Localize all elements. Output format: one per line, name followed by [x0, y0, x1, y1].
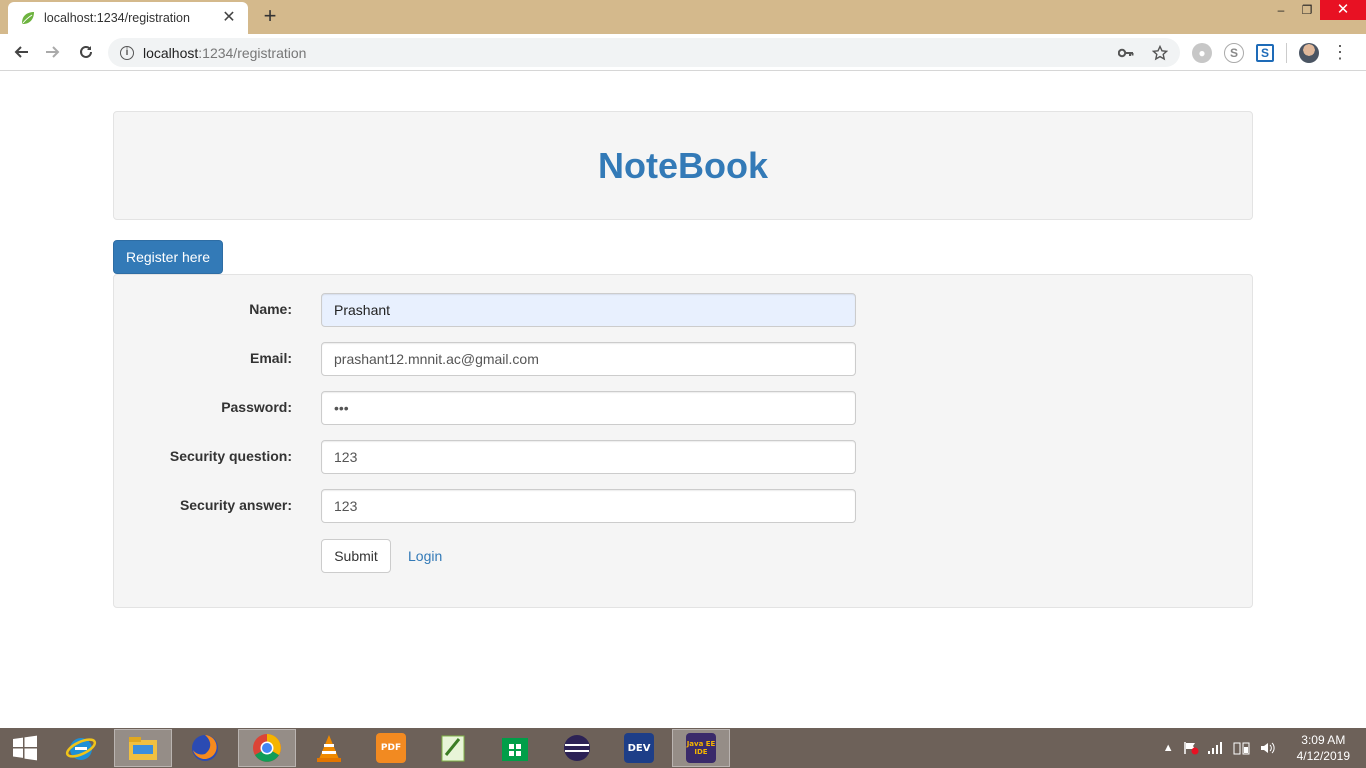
- taskbar-windows-store[interactable]: [486, 729, 544, 767]
- name-row: Name: Prashant: [114, 293, 1252, 327]
- battery-icon[interactable]: [1233, 741, 1251, 755]
- system-tray: ▲ 3:09 AM 4/12/2019: [1163, 728, 1366, 768]
- password-field[interactable]: •••: [321, 391, 856, 425]
- page-content: NoteBook Register here Name: Prashant Em…: [0, 72, 1366, 728]
- windows-taskbar: PDF DEV Java EE IDE ▲ 3:09 AM 4/12/2019: [0, 728, 1366, 768]
- bookmark-star-icon[interactable]: [1152, 44, 1168, 61]
- security-answer-row: Security answer: 123: [114, 489, 1252, 523]
- login-link[interactable]: Login: [408, 548, 442, 564]
- password-row: Password: •••: [114, 391, 1252, 425]
- taskbar-foxit-pdf[interactable]: PDF: [362, 729, 420, 767]
- forward-arrow-icon: [46, 46, 60, 58]
- file-explorer-icon: [129, 737, 157, 760]
- windows-logo-icon: [13, 735, 37, 761]
- register-here-button[interactable]: Register here: [113, 240, 223, 274]
- globe-extension-icon[interactable]: ●: [1192, 42, 1212, 63]
- spring-leaf-icon: [22, 12, 34, 24]
- window-close-button[interactable]: ✕: [1320, 0, 1366, 20]
- chrome-icon: [253, 734, 281, 762]
- address-bar[interactable]: i localhost:1234/registration: [108, 38, 1180, 67]
- taskbar-notepad-plus-plus[interactable]: [424, 729, 482, 767]
- action-center-flag-icon[interactable]: [1183, 741, 1199, 755]
- registration-form: Name: Prashant Email: prashant12.mnnit.a…: [113, 274, 1253, 608]
- security-answer-label: Security answer:: [179, 497, 292, 513]
- notepad-plus-plus-icon: [441, 735, 465, 762]
- clock-date: 4/12/2019: [1296, 749, 1350, 763]
- security-answer-field[interactable]: 123: [321, 489, 856, 523]
- taskbar-dev-cpp[interactable]: DEV: [610, 729, 668, 767]
- network-signal-icon[interactable]: [1207, 742, 1224, 754]
- windows-store-icon: [502, 738, 528, 761]
- taskbar-chrome[interactable]: [238, 729, 296, 767]
- page-title: NoteBook: [598, 144, 768, 186]
- security-question-row: Security question: 123: [114, 440, 1252, 474]
- taskbar-vlc[interactable]: [300, 729, 358, 767]
- back-button[interactable]: [8, 39, 34, 65]
- header-banner: NoteBook: [113, 111, 1253, 220]
- back-arrow-icon: [14, 46, 28, 58]
- s-extension-icon[interactable]: S: [1256, 43, 1274, 62]
- firefox-icon: [192, 735, 218, 761]
- reload-button[interactable]: [73, 39, 99, 65]
- java-ee-ide-icon: Java EE IDE: [686, 733, 716, 763]
- taskbar-file-explorer[interactable]: [114, 729, 172, 767]
- tab-title: localhost:1234/registration: [44, 11, 190, 25]
- taskbar-firefox[interactable]: [176, 729, 234, 767]
- security-question-field[interactable]: 123: [321, 440, 856, 474]
- pdf-reader-icon: PDF: [376, 733, 406, 763]
- browser-tabstrip: localhost:1234/registration ✕ + – ❐ ✕: [0, 0, 1366, 34]
- key-icon[interactable]: [1118, 48, 1134, 58]
- security-question-label: Security question:: [169, 448, 292, 464]
- browser-toolbar: i localhost:1234/registration ● S S ⋮: [0, 34, 1366, 71]
- skype-extension-icon[interactable]: S: [1224, 42, 1244, 63]
- email-field[interactable]: prashant12.mnnit.ac@gmail.com: [321, 342, 856, 376]
- taskbar-java-ee-ide[interactable]: Java EE IDE: [672, 729, 730, 767]
- forward-button[interactable]: [40, 39, 66, 65]
- url-host: localhost: [143, 44, 199, 61]
- restore-button[interactable]: ❐: [1294, 0, 1320, 20]
- new-tab-button[interactable]: +: [258, 5, 282, 28]
- taskbar-eclipse[interactable]: [548, 729, 606, 767]
- name-field[interactable]: Prashant: [321, 293, 856, 327]
- clock-time: 3:09 AM: [1301, 733, 1346, 747]
- email-label: Email:: [249, 350, 292, 366]
- taskbar-internet-explorer[interactable]: [52, 729, 110, 767]
- volume-icon[interactable]: [1260, 741, 1276, 755]
- dev-cpp-icon: DEV: [624, 733, 654, 763]
- window-controls: – ❐ ✕: [1268, 0, 1366, 20]
- show-hidden-icons-icon[interactable]: ▲: [1163, 742, 1174, 754]
- name-label: Name:: [249, 301, 292, 317]
- toolbar-separator: [1286, 42, 1287, 63]
- tab-close-icon[interactable]: ✕: [220, 9, 238, 27]
- vlc-icon: [317, 735, 341, 762]
- profile-avatar[interactable]: [1299, 42, 1319, 63]
- email-row: Email: prashant12.mnnit.ac@gmail.com: [114, 342, 1252, 376]
- system-clock[interactable]: 3:09 AM 4/12/2019: [1297, 732, 1350, 764]
- minimize-button[interactable]: –: [1268, 0, 1294, 20]
- extension-icons: ● S S ⋮: [1192, 42, 1349, 63]
- reload-icon: [80, 45, 92, 58]
- password-label: Password:: [221, 399, 292, 415]
- eclipse-icon: [564, 735, 590, 761]
- start-button[interactable]: [0, 728, 50, 768]
- submit-button[interactable]: Submit: [321, 539, 391, 573]
- info-icon[interactable]: i: [120, 45, 134, 60]
- internet-explorer-icon: [65, 738, 97, 760]
- browser-tab[interactable]: localhost:1234/registration ✕: [8, 2, 248, 34]
- url-path: :1234/registration: [198, 44, 307, 61]
- menu-kebab-icon[interactable]: ⋮: [1331, 42, 1349, 63]
